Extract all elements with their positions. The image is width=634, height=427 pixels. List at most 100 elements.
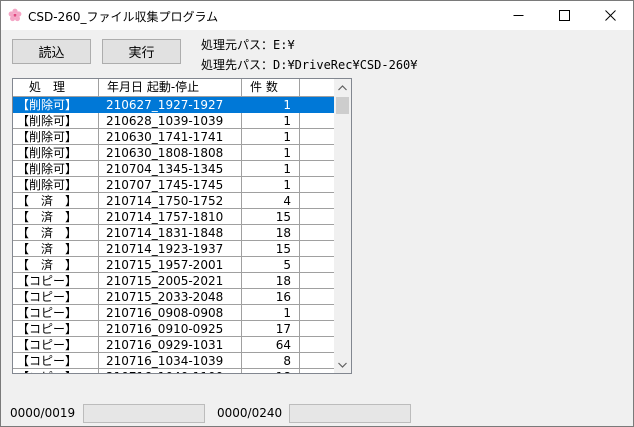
table-row[interactable]: 【コピー】 210716_0908-0908 1	[13, 305, 336, 321]
cell-process: 【 済 】	[13, 193, 99, 209]
chevron-up-icon	[338, 84, 347, 90]
cell-empty	[300, 241, 336, 257]
cell-empty	[300, 369, 336, 373]
cell-date-range: 210627_1927-1927	[99, 97, 242, 113]
cell-process: 【 済 】	[13, 241, 99, 257]
table-row[interactable]: 【コピー】 210716_0910-0925 17	[13, 321, 336, 337]
column-header-empty	[300, 79, 337, 96]
cell-count: 1	[242, 113, 300, 129]
cell-empty	[300, 97, 336, 113]
column-header-date-range[interactable]: 年月日 起動-停止	[99, 79, 242, 96]
cell-process: 【コピー】	[13, 289, 99, 305]
vertical-scrollbar[interactable]	[334, 79, 351, 373]
sakura-flower-icon	[8, 8, 22, 22]
close-button[interactable]	[587, 1, 633, 30]
cell-count: 64	[242, 337, 300, 353]
cell-count: 8	[242, 353, 300, 369]
cell-process: 【 済 】	[13, 209, 99, 225]
cell-empty	[300, 145, 336, 161]
cell-count: 15	[242, 241, 300, 257]
table-row[interactable]: 【 済 】 210714_1757-1810 15	[13, 209, 336, 225]
cell-count: 1	[242, 305, 300, 321]
cell-count: 4	[242, 193, 300, 209]
table-row[interactable]: 【 済 】 210715_1957-2001 5	[13, 257, 336, 273]
minimize-icon	[513, 15, 523, 16]
read-button[interactable]: 読込	[12, 39, 91, 64]
table-row[interactable]: 【削除可】 210630_1808-1808 1	[13, 145, 336, 161]
file-progress-bar	[83, 404, 205, 423]
table-row[interactable]: 【コピー】 210716_1034-1039 8	[13, 353, 336, 369]
cell-process: 【削除可】	[13, 177, 99, 193]
cell-date-range: 210716_0929-1031	[99, 337, 242, 353]
app-window: CSD-260_ファイル収集プログラム 読込 実行 処理元パス：E:¥ 処理先パ…	[0, 0, 634, 427]
cell-count: 1	[242, 161, 300, 177]
table-row[interactable]: 【削除可】 210627_1927-1927 1	[13, 97, 336, 113]
cell-process: 【コピー】	[13, 353, 99, 369]
cell-date-range: 210716_1034-1039	[99, 353, 242, 369]
table-row[interactable]: 【削除可】 210630_1741-1741 1	[13, 129, 336, 145]
column-header-count[interactable]: 件 数	[242, 79, 300, 96]
source-path-label: 処理元パス：E:¥	[201, 38, 295, 52]
table-row[interactable]: 【 済 】 210714_1750-1752 4	[13, 193, 336, 209]
cell-empty	[300, 193, 336, 209]
cell-date-range: 210707_1745-1745	[99, 177, 242, 193]
cell-count: 1	[242, 129, 300, 145]
cell-count: 1	[242, 97, 300, 113]
cell-process: 【 済 】	[13, 225, 99, 241]
file-list[interactable]: 処 理 年月日 起動-停止 件 数 【削除可】 210627_1927-1927 1…	[12, 78, 352, 374]
table-row[interactable]: 【削除可】 210704_1345-1345 1	[13, 161, 336, 177]
table-row[interactable]: 【コピー】 210715_2005-2021 18	[13, 273, 336, 289]
cell-process: 【削除可】	[13, 113, 99, 129]
cell-count: 18	[242, 225, 300, 241]
cell-date-range: 210714_1923-1937	[99, 241, 242, 257]
cell-count: 16	[242, 289, 300, 305]
total-progress-bar	[289, 404, 411, 423]
cell-count: 18	[242, 369, 300, 373]
cell-count: 1	[242, 177, 300, 193]
cell-date-range: 210715_2005-2021	[99, 273, 242, 289]
cell-date-range: 210630_1741-1741	[99, 129, 242, 145]
table-row[interactable]: 【コピー】 210715_2033-2048 16	[13, 289, 336, 305]
title-bar[interactable]: CSD-260_ファイル収集プログラム	[1, 1, 633, 30]
table-row[interactable]: 【コピー】 210716_0929-1031 64	[13, 337, 336, 353]
status-bar: 0000/0019 0000/0240	[1, 401, 633, 426]
table-row[interactable]: 【 済 】 210714_1831-1848 18	[13, 225, 336, 241]
cell-empty	[300, 321, 336, 337]
scrollbar-thumb[interactable]	[336, 97, 349, 114]
run-button[interactable]: 実行	[102, 39, 181, 64]
cell-process: 【コピー】	[13, 337, 99, 353]
table-row[interactable]: 【コピー】210716_1040-110018	[13, 369, 336, 373]
table-row[interactable]: 【削除可】 210707_1745-1745 1	[13, 177, 336, 193]
cell-date-range: 210716_1040-1100	[99, 369, 242, 373]
cell-empty	[300, 177, 336, 193]
file-progress-counter: 0000/0019	[10, 406, 76, 420]
cell-date-range: 210714_1757-1810	[99, 209, 242, 225]
scroll-down-button[interactable]	[334, 356, 351, 373]
cell-count: 15	[242, 209, 300, 225]
cell-date-range: 210714_1750-1752	[99, 193, 242, 209]
list-header: 処 理 年月日 起動-停止 件 数	[13, 79, 337, 97]
cell-empty	[300, 353, 336, 369]
table-row[interactable]: 【 済 】 210714_1923-1937 15	[13, 241, 336, 257]
cell-date-range: 210630_1808-1808	[99, 145, 242, 161]
cell-empty	[300, 257, 336, 273]
minimize-button[interactable]	[495, 1, 541, 30]
scroll-up-button[interactable]	[334, 79, 351, 96]
cell-process: 【コピー】	[13, 321, 99, 337]
table-row[interactable]: 【削除可】 210628_1039-1039 1	[13, 113, 336, 129]
cell-process: 【削除可】	[13, 129, 99, 145]
cell-empty	[300, 305, 336, 321]
maximize-icon	[558, 10, 570, 21]
cell-process: 【 済 】	[13, 257, 99, 273]
cell-empty	[300, 289, 336, 305]
cell-process: 【コピー】	[13, 369, 99, 373]
cell-empty	[300, 209, 336, 225]
cell-process: 【削除可】	[13, 161, 99, 177]
cell-count: 18	[242, 273, 300, 289]
cell-empty	[300, 225, 336, 241]
cell-date-range: 210714_1831-1848	[99, 225, 242, 241]
maximize-button[interactable]	[541, 1, 587, 30]
window-title: CSD-260_ファイル収集プログラム	[28, 10, 219, 24]
cell-date-range: 210716_0910-0925	[99, 321, 242, 337]
column-header-process[interactable]: 処 理	[13, 79, 99, 96]
